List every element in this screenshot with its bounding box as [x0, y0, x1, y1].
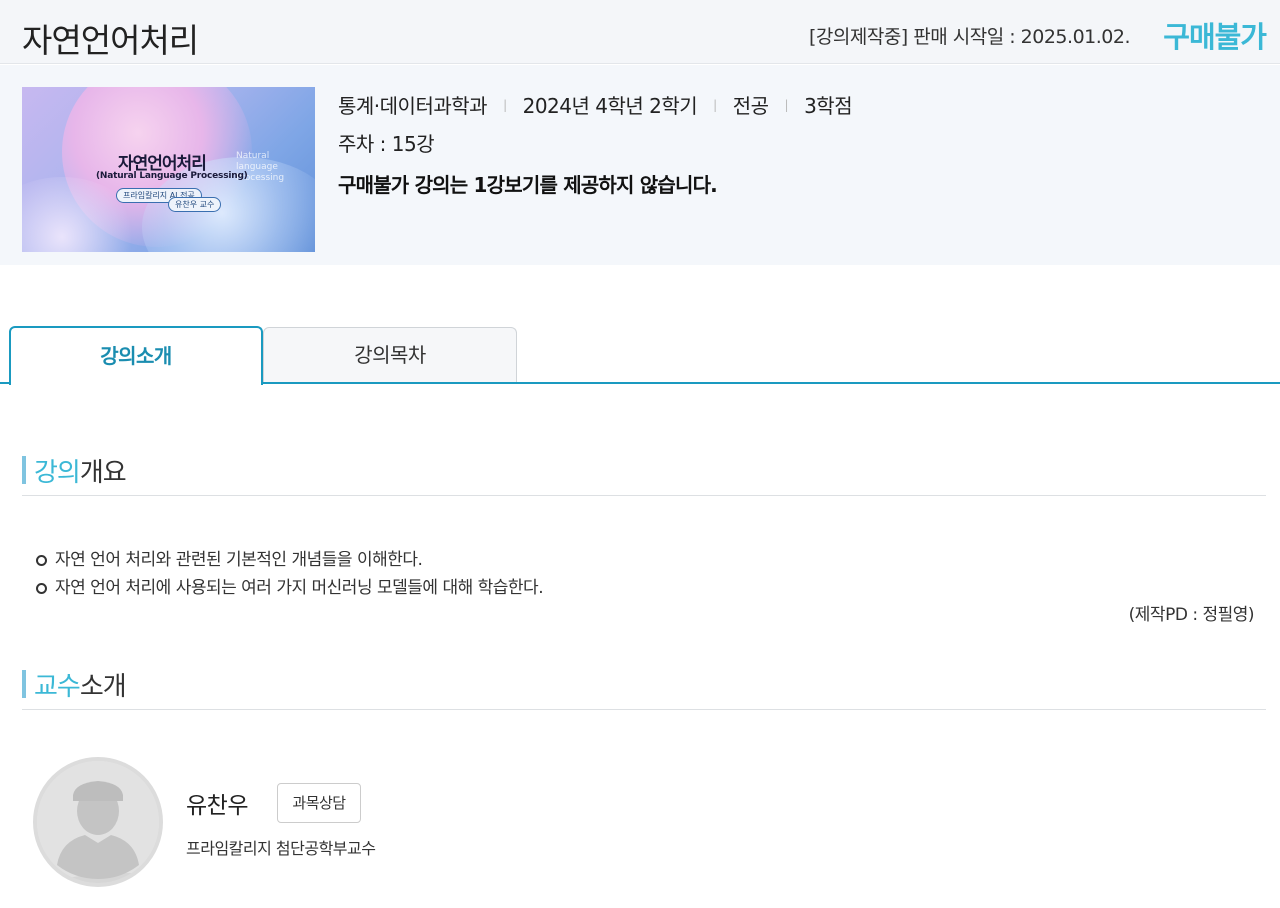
course-weeks: 주차 : 15강 — [338, 132, 435, 156]
meta-separator: | — [713, 97, 717, 112]
list-item: 자연 언어 처리에 사용되는 여러 가지 머신러닝 모델들에 대해 학습한다. — [36, 574, 544, 602]
professor-heading-rest: 소개 — [79, 672, 127, 702]
professor-heading: 교수소개 — [22, 666, 1266, 710]
overview-item-text: 자연 언어 처리와 관련된 기본적인 개념들을 이해한다. — [55, 550, 423, 570]
producer-credit: (제작PD : 정필영) — [1128, 605, 1255, 625]
course-header: 자연언어처리 [강의제작중] 판매 시작일 : 2025.01.02. 구매불가 — [0, 0, 1280, 64]
course-title: 자연언어처리 — [22, 21, 199, 60]
heading-accent-bar — [22, 670, 26, 698]
sale-status-text: [강의제작중] 판매 시작일 : 2025.01.02. — [808, 26, 1131, 48]
course-category: 전공 — [732, 94, 769, 118]
professor-avatar — [33, 757, 163, 887]
course-tabs: 강의소개 강의목차 — [0, 326, 1280, 386]
overview-heading-rest: 개요 — [79, 458, 127, 488]
professor-name: 유찬우 — [186, 793, 248, 819]
professor-title: 프라임칼리지 첨단공학부교수 — [186, 839, 376, 858]
overview-item-text: 자연 언어 처리에 사용되는 여러 가지 머신러닝 모델들에 대해 학습한다. — [55, 578, 544, 598]
course-meta: 통계·데이터과학과 | 2024년 4학년 2학기 | 전공 | 3학점 — [338, 90, 853, 119]
heading-accent-bar — [22, 456, 26, 484]
meta-separator: | — [784, 97, 789, 112]
professor-heading-highlight: 교수 — [34, 672, 81, 702]
purchase-notice: 구매불가 강의는 1강보기를 제공하지 않습니다. — [338, 173, 718, 197]
list-item: 자연 언어 처리와 관련된 기본적인 개념들을 이해한다. — [36, 546, 543, 574]
purchase-status-badge: 구매불가 — [1163, 20, 1267, 54]
course-consult-button[interactable]: 과목상담 — [277, 783, 361, 823]
overview-heading: 강의개요 — [22, 452, 1266, 496]
overview-heading-highlight: 강의 — [34, 458, 81, 488]
overview-list: 자연 언어 처리와 관련된 기본적인 개념들을 이해한다. 자연 언어 처리에 … — [36, 546, 544, 602]
thumbnail-subtitle: (Natural Language Processing) — [96, 171, 248, 181]
person-silhouette-icon — [37, 761, 159, 883]
course-thumbnail: Natural language Processing 자연언어처리 (Natu… — [22, 87, 315, 252]
course-credits: 3학점 — [804, 94, 853, 118]
thumbnail-professor-badge: 유찬우 교수 — [168, 197, 222, 212]
professor-heading-title: 교수소개 — [34, 666, 127, 703]
circle-bullet-icon — [36, 582, 47, 594]
tab-course-contents[interactable]: 강의목차 — [263, 327, 517, 382]
overview-heading-title: 강의개요 — [34, 452, 127, 489]
tab-course-intro[interactable]: 강의소개 — [9, 326, 263, 385]
circle-bullet-icon — [36, 554, 47, 566]
course-department: 통계·데이터과학과 — [338, 94, 488, 118]
meta-separator: | — [503, 97, 507, 112]
course-semester: 2024년 4학년 2학기 — [522, 94, 698, 118]
